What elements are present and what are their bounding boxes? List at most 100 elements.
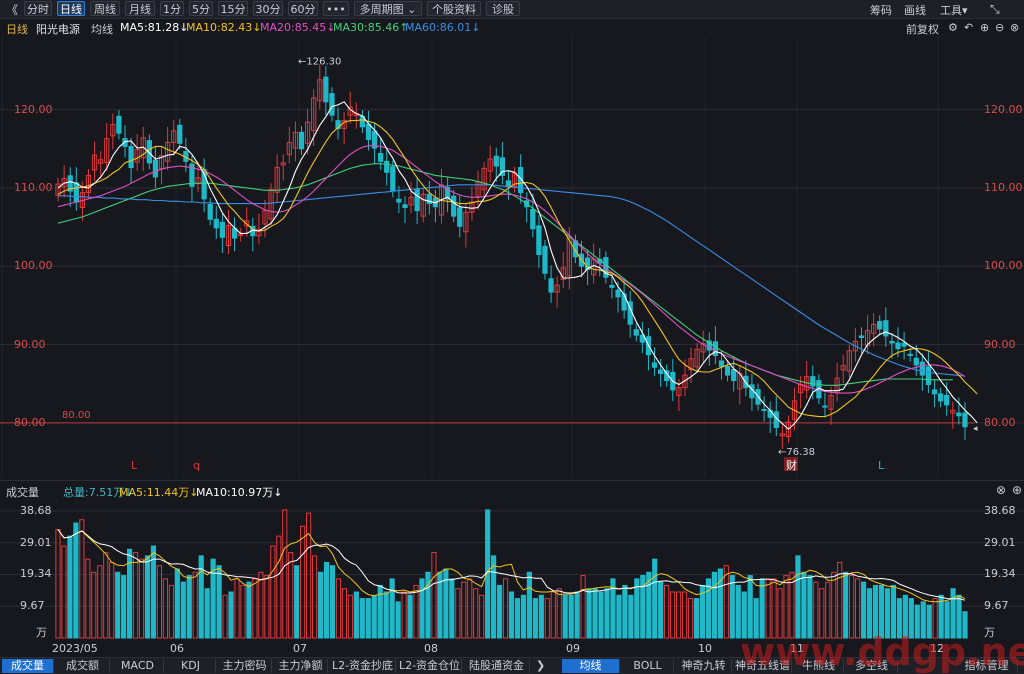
candle [956,412,962,417]
indicator-tab-2[interactable]: MACD [112,659,164,673]
candle [177,124,183,144]
volume-bar [616,594,622,639]
indicator-tab-9[interactable]: 均线 [562,659,620,673]
last-price-arrow-icon: ◂ [973,424,978,434]
candle [323,76,329,103]
indicator-tab-4[interactable]: 主力密码 [218,659,272,673]
candlestick-chart[interactable]: 80.00 ←126.30 ←76.38 L q 财 L ◂ [0,37,1024,477]
indicator-tab-0[interactable]: 成交量 [2,659,54,673]
candle [457,207,463,227]
event-marker-3[interactable]: L [878,459,885,472]
volume-bar [568,594,574,639]
volume-bar [67,535,73,639]
event-marker-1[interactable]: q [193,459,200,472]
price-label-right: 120.00 [984,102,1023,116]
volume-bar [162,578,168,639]
volume-bar [455,588,461,639]
period-tab-9[interactable]: ••• [323,1,349,16]
ma60-value: MA60:86.01↓ [405,21,481,34]
undo-icon[interactable]: ↶ [964,21,973,34]
ma10-value: MA10:82.43↓ [186,21,262,34]
candle [931,389,938,395]
chips-button[interactable]: 筹码 [870,2,892,18]
settings-icon[interactable]: ⚙ [948,21,958,34]
volume-bar [574,591,580,639]
volume-bar [282,509,288,639]
indicator-tab-1[interactable]: 成交额 [56,659,110,673]
ma-legend: 日线 阳光电源 均线 MA5:81.28↓ MA10:82.43↓ MA20:8… [0,19,1024,37]
ma5-value: MA5:81.28↓ [120,21,189,34]
volume-bar [538,594,544,639]
back-icon[interactable]: 《 [6,1,18,18]
close-icon[interactable]: ⊗ [1010,21,1019,34]
volume-bar [347,594,353,639]
indicator-tab-11[interactable]: 神奇九转 [676,659,732,673]
volume-bar [592,588,598,639]
volume-bar [91,571,97,639]
period-tab-4[interactable]: 1分 [160,1,184,16]
candle [128,145,134,169]
indicator-tab-10[interactable]: BOLL [622,659,674,673]
volume-bar [604,588,610,639]
candle [542,245,548,274]
period-tab-5[interactable]: 5分 [189,1,213,16]
volume-bar [294,565,300,639]
candle [609,284,615,288]
period-tab-12[interactable]: 诊股 [486,1,520,16]
adjust-dropdown[interactable]: 前复权 [906,21,939,37]
event-marker-0[interactable]: L [131,459,138,472]
volume-ma5-line [57,529,966,603]
indicator-tab-6[interactable]: L2-资金抄底 [330,659,396,673]
zoom-out-icon[interactable]: ⊖ [995,21,1004,34]
indicator-tab-7[interactable]: L2-资金仓位 [398,659,462,673]
indicator-tab-8[interactable]: 陆股通资金 [464,659,530,673]
indicator-tab-5[interactable]: 主力净额 [274,659,328,673]
volume-chart[interactable] [0,498,1024,642]
candle [901,342,907,347]
volume-bar [168,584,174,639]
volume-bar [258,571,264,639]
scroll-tabs-icon[interactable]: ❯ [536,659,545,672]
period-tab-6[interactable]: 15分 [218,1,248,16]
period-tab-10[interactable]: 多周期图 ⌄ [354,1,422,16]
volume-bar [359,598,365,639]
period-tab-8[interactable]: 60分 [288,1,318,16]
price-label-left: 80.00 [14,415,46,429]
volume-bar [55,529,61,639]
candle [657,369,664,375]
volume-bar [61,545,67,639]
month-label: 07 [293,642,307,655]
zoom-in-icon[interactable]: ⊕ [980,21,989,34]
volume-bar [467,578,473,639]
add-panel-icon[interactable]: ⊕ [1012,483,1022,497]
period-tab-7[interactable]: 30分 [253,1,283,16]
period-tab-11[interactable]: 个股资料 [427,1,481,16]
volume-bar [681,591,688,639]
volume-bar [401,591,407,639]
volume-bar [311,555,318,639]
high-price-marker: ←126.30 [298,56,341,67]
volume-bar [246,581,252,639]
period-tab-1[interactable]: 日线 [57,1,85,16]
volume-bar [687,598,694,639]
volume-label-right: 29.01 [984,535,1016,549]
tools-menu[interactable]: 工具▾ [940,2,968,18]
event-marker-2[interactable]: 财 [786,458,797,472]
indicator-tab-3[interactable]: KDJ [166,659,216,673]
volume-bar [270,545,276,639]
draw-line-button[interactable]: 画线 [904,2,926,18]
period-tab-2[interactable]: 周线 [90,1,120,16]
price-label-right: 80.00 [984,415,1016,429]
close-panel-icon[interactable]: ⊗ [996,483,1006,497]
volume-bar [174,568,180,639]
candle [505,180,512,187]
candle [925,366,932,385]
period-tab-0[interactable]: 分时 [24,1,52,16]
reference-line-label: 80.00 [62,410,91,421]
expand-icon[interactable]: ⤡ [990,2,1000,17]
candle [712,341,719,357]
volume-bar [323,561,330,639]
volume-bar [628,594,634,639]
volume-bar [526,571,532,639]
period-tab-3[interactable]: 月线 [125,1,155,16]
